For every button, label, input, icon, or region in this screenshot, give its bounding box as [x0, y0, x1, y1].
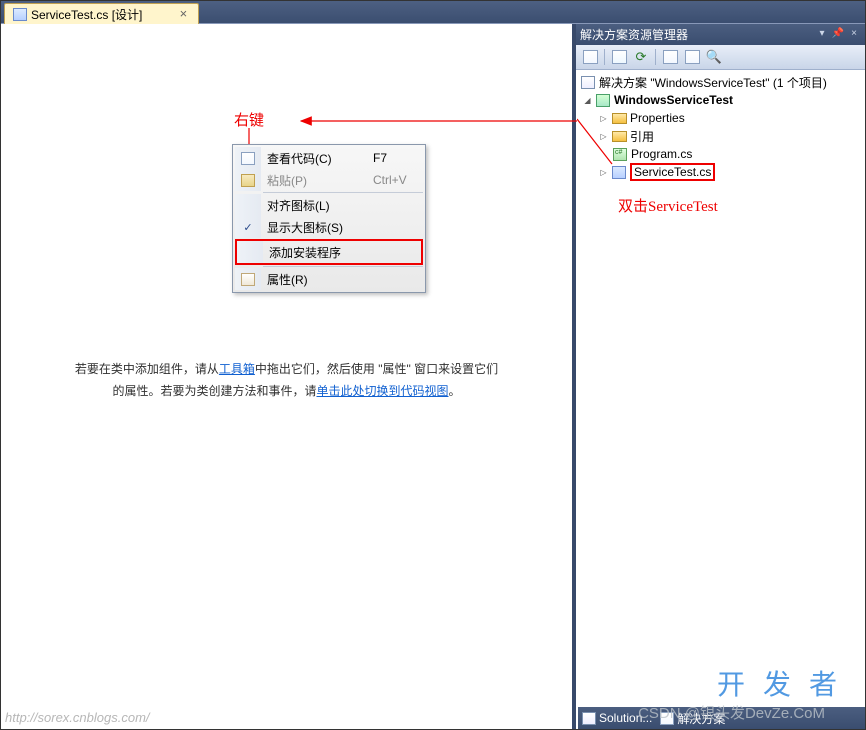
tree-program-node[interactable]: Program.cs — [578, 145, 863, 163]
properties-button[interactable] — [580, 47, 600, 67]
view-designer-button[interactable] — [682, 47, 702, 67]
view-code-button[interactable] — [660, 47, 680, 67]
project-icon — [596, 94, 610, 107]
designer-hint-text: 若要在类中添加组件，请从工具箱中拖出它们，然后使用 "属性" 窗口来设置它们 的… — [11, 359, 562, 402]
solution-tree[interactable]: 解决方案 "WindowsServiceTest" (1 个项目) ◢ Wind… — [576, 70, 865, 729]
component-icon — [13, 8, 27, 21]
tree-properties-node[interactable]: ▷ Properties — [578, 109, 863, 127]
toolbox-link[interactable]: 工具箱 — [219, 362, 255, 376]
csharp-file-icon — [613, 148, 627, 161]
annotation-right-click: 右键 — [234, 109, 264, 130]
designer-surface[interactable]: 右键 查看代码(C) F7 粘贴(P) Ctrl+V — [1, 24, 576, 729]
menu-item-view-code[interactable]: 查看代码(C) F7 — [235, 147, 423, 169]
context-menu: 查看代码(C) F7 粘贴(P) Ctrl+V 对齐图标(L) ✓ 显示大图标(… — [232, 144, 426, 293]
references-icon — [612, 131, 627, 142]
watermark-url: http://sorex.cnblogs.com/ — [5, 710, 150, 725]
menu-item-align-icons[interactable]: 对齐图标(L) — [235, 194, 423, 216]
properties-icon — [241, 273, 255, 286]
menu-item-paste[interactable]: 粘贴(P) Ctrl+V — [235, 169, 423, 191]
component-icon — [612, 166, 626, 179]
folder-icon — [612, 113, 627, 124]
menu-separator — [263, 266, 423, 267]
watermark-dev: 开发者 — [717, 663, 855, 703]
tab-title: ServiceTest.cs [设计] — [31, 6, 142, 23]
tree-references-node[interactable]: ▷ 引用 — [578, 127, 863, 145]
tree-solution-node[interactable]: 解决方案 "WindowsServiceTest" (1 个项目) — [578, 73, 863, 91]
check-icon: ✓ — [243, 221, 252, 234]
close-icon[interactable]: × — [176, 7, 190, 21]
panel-title: 解决方案资源管理器 — [580, 26, 688, 43]
annotation-double-click: 双击ServiceTest — [618, 195, 865, 216]
expander-open-icon[interactable]: ◢ — [582, 95, 593, 106]
close-panel-icon[interactable]: × — [847, 28, 861, 42]
document-tab-strip: ServiceTest.cs [设计] × — [1, 1, 865, 24]
document-tab-active[interactable]: ServiceTest.cs [设计] × — [4, 3, 199, 24]
menu-item-properties[interactable]: 属性(R) — [235, 268, 423, 290]
expander-closed-icon[interactable]: ▷ — [598, 113, 609, 124]
solution-icon — [581, 76, 595, 89]
solution-icon — [582, 712, 596, 725]
show-all-button[interactable] — [609, 47, 629, 67]
paste-icon — [241, 174, 255, 187]
view-class-button[interactable]: 🔍 — [704, 47, 724, 67]
pin-icon[interactable]: 📌 — [831, 28, 845, 42]
highlighted-file: ServiceTest.cs — [630, 163, 715, 181]
dropdown-icon[interactable]: ▾ — [815, 28, 829, 42]
refresh-button[interactable]: ⟳ — [631, 47, 651, 67]
menu-separator — [263, 192, 423, 193]
tree-servicetest-node[interactable]: ▷ ServiceTest.cs — [578, 163, 863, 181]
menu-item-large-icons[interactable]: ✓ 显示大图标(S) — [235, 216, 423, 238]
expander-closed-icon[interactable]: ▷ — [598, 131, 609, 142]
tree-project-node[interactable]: ◢ WindowsServiceTest — [578, 91, 863, 109]
solution-explorer-toolbar: ⟳ 🔍 — [576, 45, 865, 70]
solution-explorer-panel: 解决方案资源管理器 ▾ 📌 × ⟳ 🔍 解决方案 "WindowsService… — [576, 24, 865, 729]
solution-explorer-header: 解决方案资源管理器 ▾ 📌 × — [576, 24, 865, 45]
menu-item-add-installer[interactable]: 添加安装程序 — [237, 241, 421, 263]
switch-code-view-link[interactable]: 单击此处切换到代码视图 — [316, 384, 448, 398]
watermark-csdn: CSDN @银头发DevZe.CoM — [638, 702, 825, 723]
expander-closed-icon[interactable]: ▷ — [598, 167, 609, 178]
code-icon — [241, 152, 255, 165]
